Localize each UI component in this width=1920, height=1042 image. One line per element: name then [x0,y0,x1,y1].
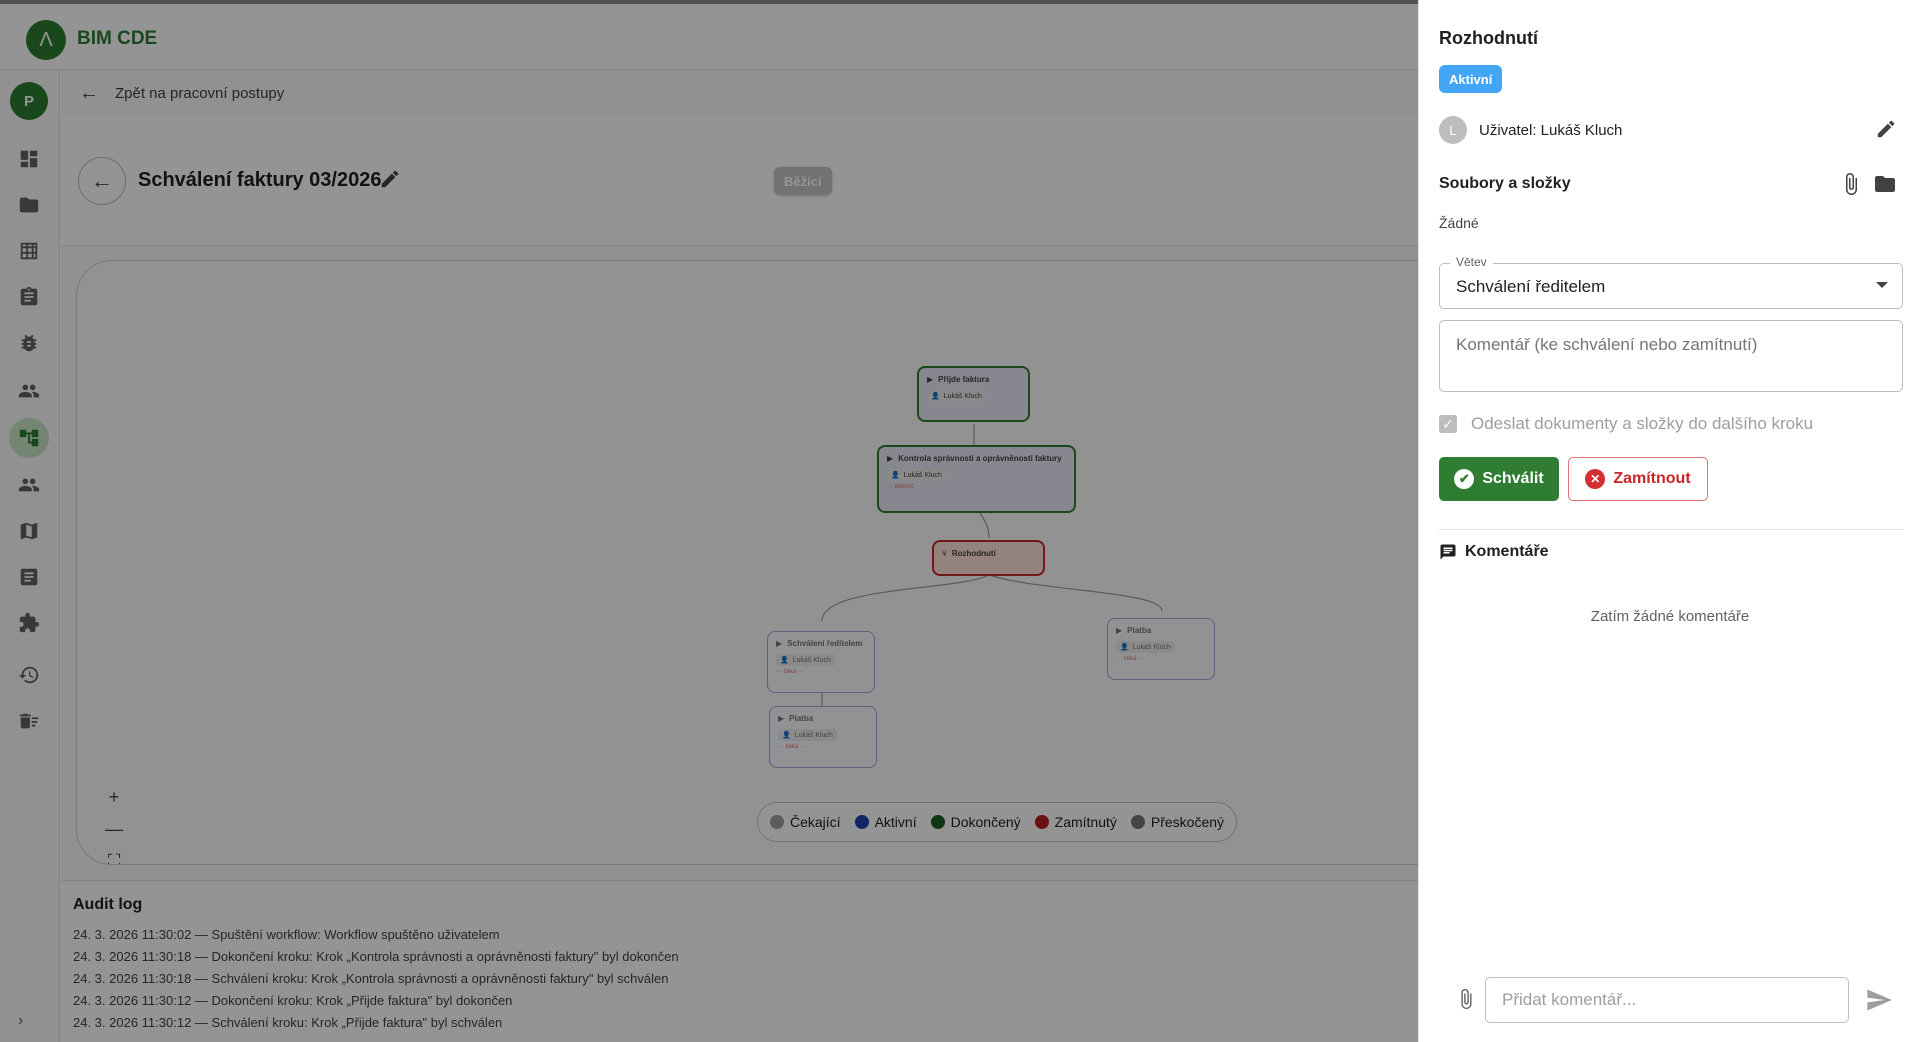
reject-button-label: Zamítnout [1613,470,1691,487]
comments-title-label: Komentáře [1465,543,1549,560]
send-icon[interactable] [1865,986,1893,1014]
check-circle-icon: ✔ [1454,469,1475,489]
branch-select-label: Větev [1450,255,1493,269]
approve-button[interactable]: ✔ Schválit [1439,457,1559,501]
step-detail-panel: Rozhodnutí Aktivní L Uživatel: Lukáš Klu… [1418,0,1920,1042]
comments-empty-state: Zatím žádné komentáře [1590,608,1750,625]
user-avatar-small: L [1439,116,1467,144]
comments-section-title: Komentáře [1439,543,1549,561]
branch-select[interactable]: Větev Schválení ředitelem [1439,255,1903,309]
comment-icon [1440,544,1456,560]
add-comment-input[interactable] [1485,977,1849,1023]
assigned-user-label: Uživatel: Lukáš Kluch [1479,121,1623,139]
caret-down-icon [1876,282,1888,288]
attach-file-icon[interactable] [1839,172,1865,198]
reject-button[interactable]: ✕ Zamítnout [1568,457,1708,501]
branch-select-value: Schválení ředitelem [1456,277,1606,296]
checkbox-checked-icon[interactable]: ✓ [1439,415,1457,433]
panel-title: Rozhodnutí [1439,28,1538,48]
step-status-badge: Aktivní [1439,65,1503,93]
approve-button-label: Schválit [1482,470,1544,487]
send-documents-label: Odeslat dokumenty a složky do dalšího kr… [1471,414,1814,433]
files-value: Žádné [1439,215,1479,231]
cancel-circle-icon: ✕ [1585,469,1606,489]
files-section-title: Soubory a složky [1439,175,1571,192]
assigned-user: L Uživatel: Lukáš Kluch [1439,116,1622,144]
decision-comment-input[interactable] [1439,320,1903,392]
edit-user-icon[interactable] [1875,118,1899,142]
comment-attach-icon[interactable] [1455,988,1479,1012]
modal-backdrop[interactable] [0,0,1418,1042]
attach-folder-icon[interactable] [1873,172,1899,198]
send-documents-checkbox[interactable]: ✓ Odeslat dokumenty a složky do dalšího … [1439,414,1813,434]
divider [1439,529,1903,530]
